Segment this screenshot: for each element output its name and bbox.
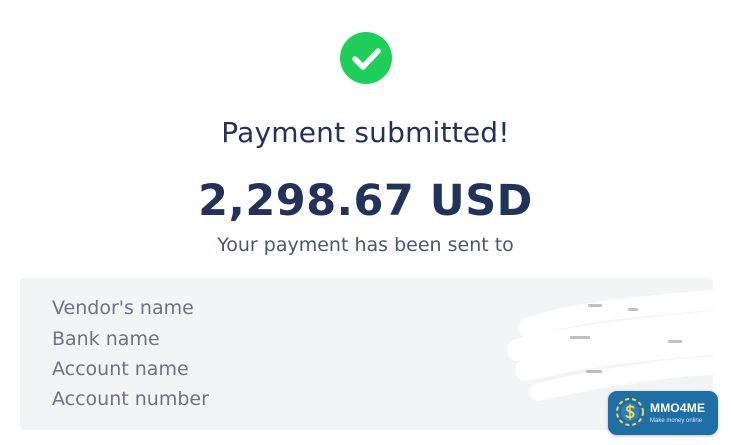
watermark-brand: MMO4ME [650, 401, 706, 415]
mmo4me-watermark-badge: MMO4ME Make money online [608, 391, 718, 435]
account-name-label: Account name [52, 358, 189, 380]
watermark-tagline: Make money online [650, 418, 703, 424]
vendor-name-label: Vendor's name [52, 297, 194, 319]
redacted-values [507, 290, 713, 401]
account-number-label: Account number [52, 388, 209, 410]
bank-name-label: Bank name [52, 328, 160, 350]
page-title: Payment submitted! [221, 116, 510, 149]
payment-confirmation-page: Payment submitted! 2,298.67 USD Your pay… [0, 0, 731, 445]
payment-amount: 2,298.67 USD [198, 176, 533, 226]
check-circle-icon [340, 32, 392, 84]
dollar-coin-icon [616, 398, 644, 426]
payment-subtitle: Your payment has been sent to [217, 234, 514, 256]
